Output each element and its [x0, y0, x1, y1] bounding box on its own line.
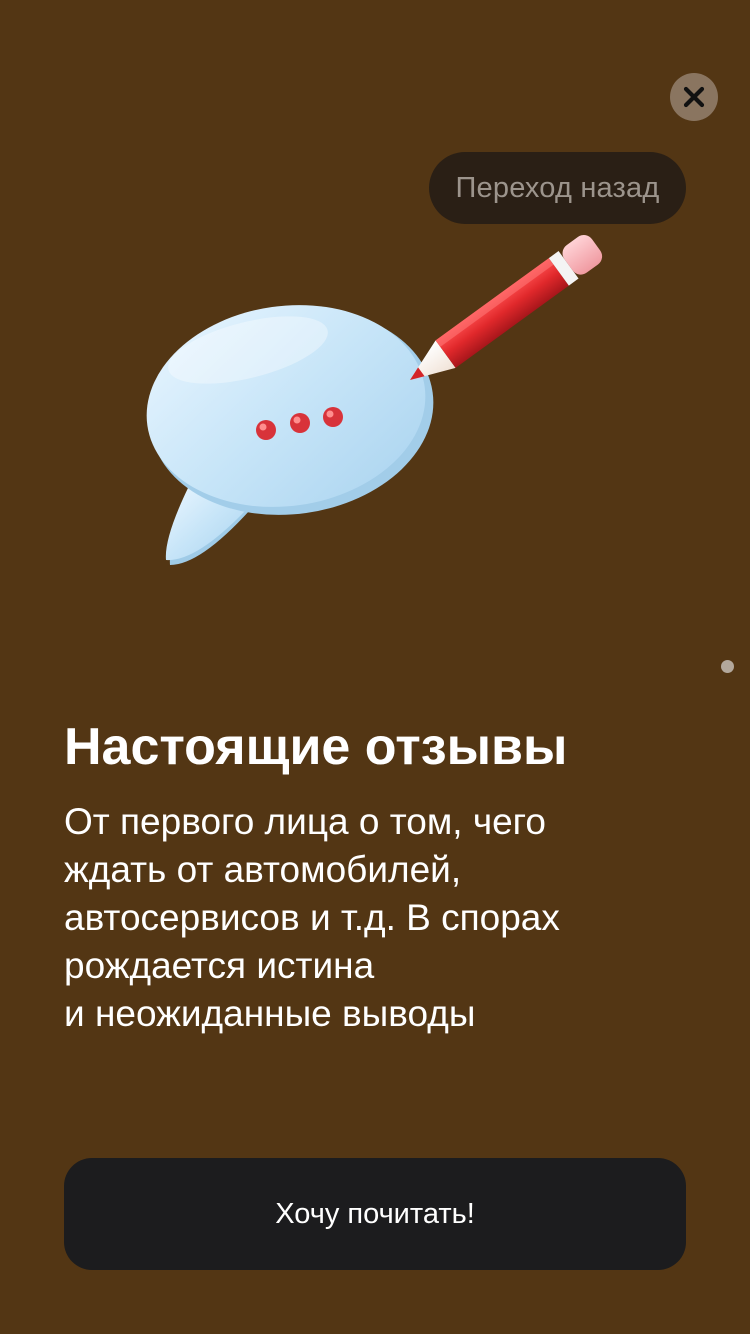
onboarding-screen: Переход назад Настоящие отзывы От первог… — [0, 0, 750, 1334]
speech-bubble-pencil-icon — [146, 235, 603, 565]
description-line: автосервисов и т.д. В спорах — [64, 897, 560, 938]
description-line: От первого лица о том, чего — [64, 801, 546, 842]
description-line: рождается истина — [64, 945, 375, 986]
page-title: Настоящие отзывы — [64, 718, 568, 776]
description: От первого лица о том, чего ждать от авт… — [64, 798, 664, 1038]
close-icon — [683, 86, 705, 108]
page-indicator-dot — [721, 660, 734, 673]
description-line: ждать от автомобилей, — [64, 849, 462, 890]
description-line: и неожиданные выводы — [64, 993, 476, 1034]
read-reviews-label: Хочу почитать! — [275, 1197, 475, 1230]
back-navigation-label: Переход назад — [455, 171, 660, 204]
read-reviews-button[interactable]: Хочу почитать! — [64, 1158, 686, 1270]
close-button[interactable] — [670, 73, 718, 121]
back-navigation-button[interactable]: Переход назад — [429, 152, 686, 224]
